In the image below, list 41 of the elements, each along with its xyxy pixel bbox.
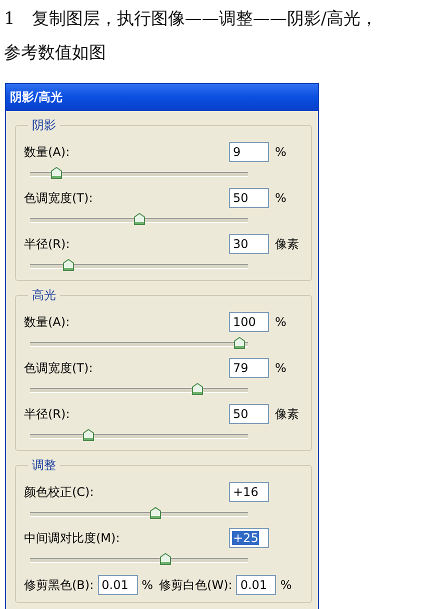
value-field[interactable]: 79 [229,358,269,378]
field-label: 数量(A): [24,314,71,330]
unit-label: % [274,361,288,375]
group-title: 调整 [31,457,57,474]
field-label: 色调宽度(T): [24,190,94,206]
unit-label: % [142,578,154,592]
field-label: 色调宽度(T): [24,360,94,376]
group-title: 阴影 [31,117,57,134]
instruction-text: 1 复制图层，执行图像——调整——阴影/高光， 参考数值如图 [3,8,379,65]
slider-thumb[interactable] [150,506,161,518]
value-field[interactable]: 100 [229,312,269,332]
group-title: 高光 [31,287,57,304]
value-field[interactable]: 9 [229,142,269,162]
slider-thumb[interactable] [234,336,245,348]
value-field[interactable]: +25 [229,528,269,548]
unit-label: 像素 [274,236,300,252]
field-label: 数量(A): [24,144,71,160]
value-field[interactable]: 50 [229,404,269,424]
slider-thumb[interactable] [160,552,171,564]
field-label: 修剪黑色(B): [24,576,94,594]
slider-thumb[interactable] [51,166,62,178]
slider-thumb[interactable] [63,258,74,270]
field-label: 颜色校正(C): [24,484,95,500]
value-field[interactable]: +16 [229,482,269,502]
unit-label: % [274,145,288,159]
window-title: 阴影/高光 [10,89,62,106]
slider-thumb[interactable] [83,428,94,440]
slider-thumb[interactable] [134,212,144,224]
unit-label: % [274,315,288,329]
slider-thumb[interactable] [192,382,203,394]
value-field[interactable]: 50 [229,188,269,208]
unit-label: % [274,191,288,205]
field-label: 修剪白色(W): [159,576,232,594]
value-field[interactable]: 0.01 [236,575,276,595]
value-field[interactable]: 0.01 [98,575,138,595]
field-label: 半径(R): [24,236,71,252]
unit-label: % [280,578,292,592]
unit-label: 像素 [274,406,300,422]
field-label: 中间调对比度(M): [24,530,121,546]
field-label: 半径(R): [24,406,71,422]
value-field[interactable]: 30 [229,234,269,254]
